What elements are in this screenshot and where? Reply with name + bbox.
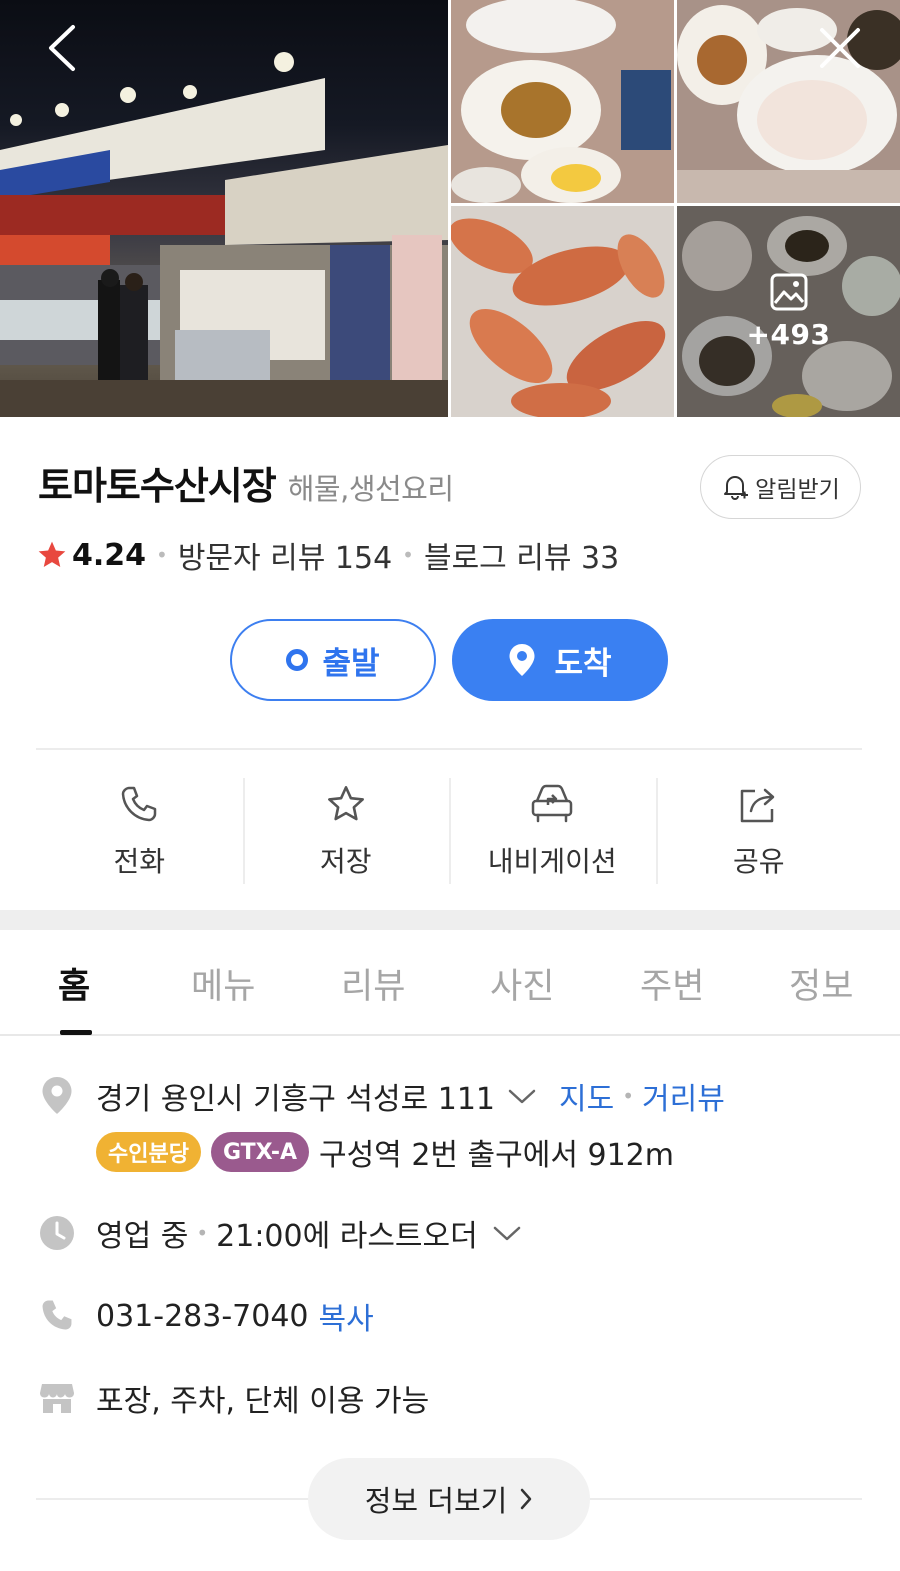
visitor-review-link[interactable]: 방문자 리뷰 154 [178,533,392,577]
photo-gallery[interactable]: +493 [0,0,900,417]
action-bar: 전화 저장 내비게이션 공유 [36,778,862,884]
close-button[interactable] [810,18,870,78]
hours-status: 영업 중 [96,1219,189,1254]
tab-nearby[interactable]: 주변 [640,958,704,1009]
photo-grilled-shrimp[interactable] [451,206,674,417]
hours-text: 21:00에 라스트오더 [216,1219,478,1254]
route-start-label: 출발 [322,645,380,682]
car-navigation-icon [532,784,573,823]
alarm-label: 알림받기 [755,477,840,503]
amenities-text: 포장, 주차, 단체 이용 가능 [96,1384,430,1419]
phone-icon [122,786,157,822]
close-icon [820,28,860,68]
subway-line-badge: 수인분당 [96,1132,201,1172]
navigation-action[interactable]: 내비게이션 [449,778,656,884]
divider [36,748,862,750]
station-row: 수인분당 GTX-A 구성역 2번 출구에서 912m [96,1130,674,1174]
clock-icon [38,1214,76,1252]
location-pin-icon [509,644,535,676]
amenities-row: 포장, 주차, 단체 이용 가능 [96,1376,429,1420]
address-text[interactable]: 경기 용인시 기흥구 석성로 111 [96,1074,495,1118]
tab-photos[interactable]: 사진 [490,958,554,1009]
address-row: 경기 용인시 기흥구 석성로 111 지도 • 거리뷰 [96,1074,725,1118]
rating-score: 4.24 [72,537,147,573]
tab-menu[interactable]: 메뉴 [191,958,255,1009]
rating-row: 4.24 • 방문자 리뷰 154 • 블로그 리뷰 33 [36,533,619,577]
chevron-right-icon [521,1488,532,1510]
star-filled-icon [38,541,66,567]
copy-button[interactable]: 복사 [319,1294,374,1338]
gallery-icon [770,273,807,311]
route-end-label: 도착 [554,645,612,682]
street-view-link[interactable]: 거리뷰 [642,1074,725,1118]
photo-side-dishes[interactable] [451,0,674,203]
phone-icon [38,1296,76,1334]
back-button[interactable] [32,18,92,78]
title-row: 토마토수산시장 해물,생선요리 [38,455,454,510]
place-category: 해물,생선요리 [287,472,454,506]
separator-dot: • [156,543,168,567]
location-icon [38,1076,76,1114]
separator-dot: • [196,1221,209,1245]
save-action[interactable]: 저장 [242,778,450,884]
more-photos-overlay[interactable]: +493 [677,206,900,417]
route-start-button[interactable]: 출발 [230,619,436,701]
subway-line-badge: GTX-A [210,1132,309,1172]
section-gap [0,910,900,930]
store-icon [38,1378,76,1416]
more-info-button[interactable]: 정보 더보기 [308,1458,590,1540]
bell-plus-icon [724,476,749,500]
tab-info[interactable]: 정보 [789,958,853,1009]
map-link[interactable]: 지도 [559,1074,614,1118]
chevron-down-icon[interactable] [492,1223,522,1243]
alarm-button[interactable]: 알림받기 [700,455,861,519]
route-end-button[interactable]: 도착 [452,619,668,701]
more-photos-count: +493 [746,318,831,351]
share-icon [740,788,774,823]
phone-number[interactable]: 031-283-7040 [96,1299,309,1334]
more-info-label: 정보 더보기 [364,1484,508,1518]
call-label: 전화 [113,845,166,878]
tab-bar: 홈 메뉴 리뷰 사진 주변 정보 [0,930,900,1036]
navigation-label: 내비게이션 [487,845,617,878]
start-point-icon [286,649,309,671]
save-label: 저장 [319,845,372,878]
call-action[interactable]: 전화 [36,778,243,884]
tab-home[interactable]: 홈 [58,958,90,1009]
tab-review[interactable]: 리뷰 [341,958,405,1009]
station-distance-text: 구성역 2번 출구에서 912m [318,1138,674,1173]
separator-dot: • [622,1084,635,1108]
chevron-down-icon[interactable] [507,1086,537,1106]
share-action[interactable]: 공유 [655,778,863,884]
active-tab-indicator [60,1030,92,1035]
separator-dot: • [402,543,414,567]
place-name: 토마토수산시장 [38,464,277,508]
blog-review-link[interactable]: 블로그 리뷰 33 [424,533,619,577]
star-icon [327,786,364,821]
share-label: 공유 [732,845,785,878]
phone-row: 031-283-7040 복사 [96,1294,374,1338]
chevron-left-icon [49,25,75,71]
hours-row[interactable]: 영업 중 • 21:00에 라스트오더 [96,1211,522,1255]
